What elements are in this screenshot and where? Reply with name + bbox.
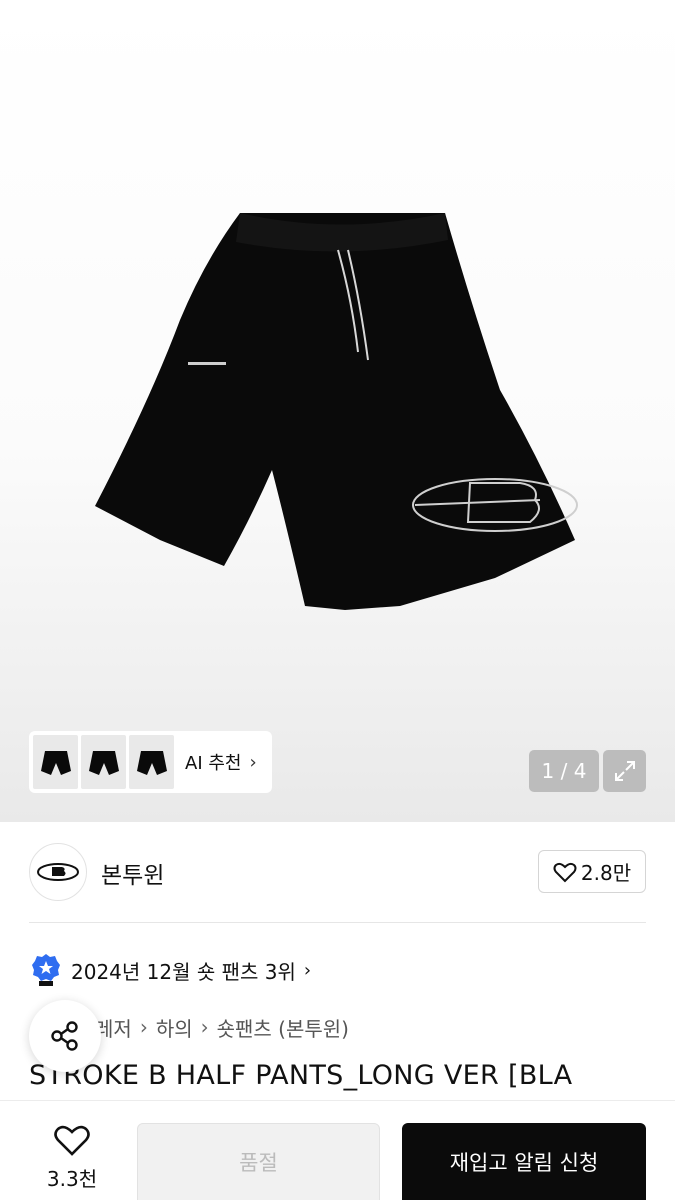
- product-title: STROKE B HALF PANTS_LONG VER [BLA: [29, 1060, 573, 1091]
- image-counter: 1 / 4: [529, 750, 599, 792]
- share-button[interactable]: [29, 1000, 101, 1072]
- restock-alert-button[interactable]: 재입고 알림 신청: [402, 1123, 646, 1200]
- brand-like-button[interactable]: 2.8만: [538, 850, 646, 893]
- chevron-right-icon: ›: [200, 1015, 209, 1039]
- wish-count: 3.3천: [46, 1167, 98, 1191]
- brand-like-count: 2.8만: [580, 861, 632, 885]
- product-image[interactable]: [0, 0, 675, 822]
- ai-recommend-strip[interactable]: AI 추천 ›: [29, 731, 272, 793]
- chevron-right-icon: ›: [249, 751, 257, 773]
- ranking-link[interactable]: 2024년 12월 숏 팬츠 3위 ›: [31, 953, 311, 987]
- wish-button[interactable]: 3.3천: [29, 1123, 115, 1195]
- expand-button[interactable]: [603, 750, 646, 792]
- product-image-gallery[interactable]: AI 추천 › 1 / 4: [0, 0, 675, 822]
- breadcrumb-item[interactable]: 숏팬츠 (본투윈): [217, 1013, 349, 1042]
- thumbnail[interactable]: [33, 735, 78, 789]
- rank-badge-icon: [32, 954, 60, 986]
- thumbnail[interactable]: [81, 735, 126, 789]
- breadcrumb: 레저 › 하의 › 숏팬츠 (본투윈): [95, 1012, 349, 1042]
- chevron-right-icon: ›: [303, 959, 312, 981]
- brand-row[interactable]: 본투윈 2.8만: [29, 843, 646, 901]
- share-icon: [51, 1021, 78, 1051]
- heart-icon: [54, 1125, 90, 1156]
- heart-icon: [553, 862, 577, 882]
- thumbnail[interactable]: [129, 735, 174, 789]
- bottom-action-bar: 3.3천 품절 재입고 알림 신청: [0, 1100, 675, 1200]
- brand-logo[interactable]: [29, 843, 87, 901]
- divider: [29, 922, 646, 923]
- breadcrumb-item[interactable]: 하의: [156, 1013, 193, 1042]
- soldout-button: 품절: [137, 1123, 380, 1200]
- brand-name[interactable]: 본투윈: [101, 856, 164, 890]
- ai-recommend-label: AI 추천: [185, 753, 242, 774]
- expand-icon: [614, 761, 635, 781]
- chevron-right-icon: ›: [139, 1015, 148, 1039]
- ranking-text: 2024년 12월 숏 팬츠 3위: [71, 959, 296, 984]
